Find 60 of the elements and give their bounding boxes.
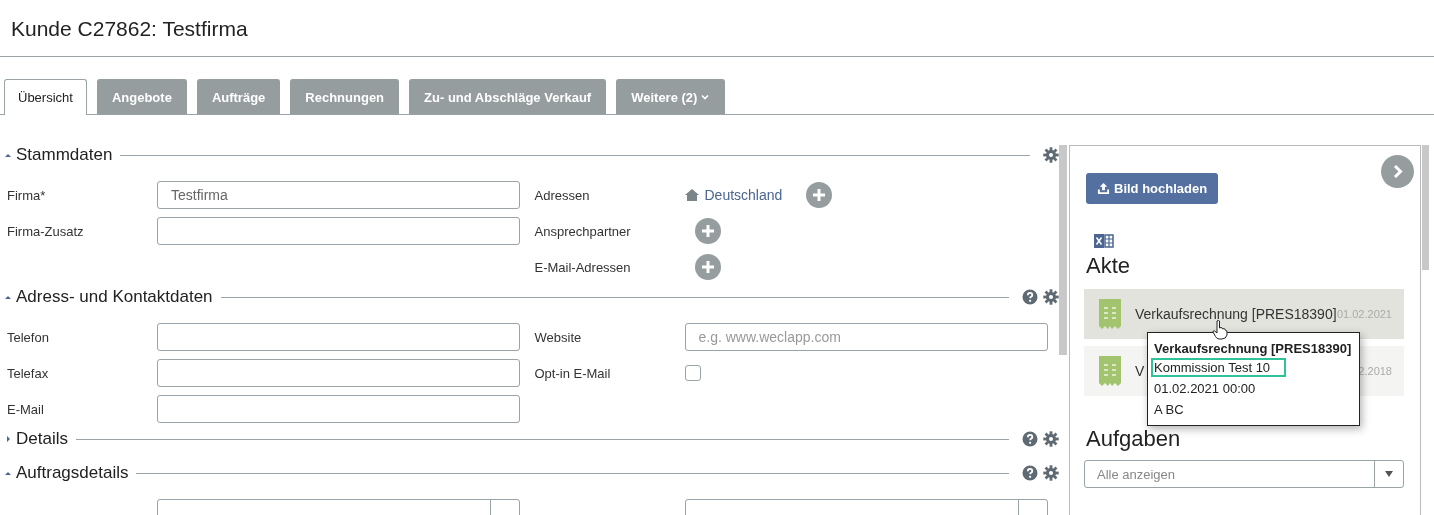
input-field[interactable] xyxy=(157,395,520,423)
help-icon[interactable] xyxy=(1022,289,1038,305)
field-label: Firma-Zusatz xyxy=(7,223,84,239)
receipt-icon xyxy=(1099,299,1121,329)
field-label: E-Mail xyxy=(7,401,44,417)
tooltip-text: A BC xyxy=(1153,401,1185,419)
document-title: V xyxy=(1135,363,1145,379)
field-label: Website xyxy=(534,329,582,345)
tooltip-text: Kommission Test 10 xyxy=(1151,358,1287,377)
field-label: E-Mail-Adressen xyxy=(534,259,631,275)
field-label: Ansprechpartner xyxy=(534,223,631,239)
caret-right-icon[interactable] xyxy=(4,435,12,443)
tooltip-title: Verkaufsrechnung [PRES18390] xyxy=(1154,341,1353,356)
tooltip-text: 01.02.2021 00:00 xyxy=(1153,380,1257,398)
field-label: Telefon xyxy=(7,329,49,345)
section-title[interactable]: Details xyxy=(16,429,76,449)
add-icon[interactable] xyxy=(806,182,833,208)
document-title: Verkaufsrechnung [PRES18390] xyxy=(1135,306,1337,322)
scrollbar[interactable] xyxy=(1059,145,1067,355)
upload-icon xyxy=(1097,182,1110,195)
settings-icon[interactable] xyxy=(1043,147,1059,163)
section-title[interactable]: Stammdaten xyxy=(16,145,121,165)
chevron-right-icon[interactable] xyxy=(1381,155,1414,188)
settings-icon[interactable] xyxy=(1043,431,1059,447)
address-link[interactable]: Deutschland xyxy=(704,187,783,203)
spreadsheet-icon[interactable] xyxy=(1094,233,1114,249)
receipt-icon xyxy=(1099,356,1121,386)
checkbox[interactable] xyxy=(684,365,701,381)
home-icon xyxy=(684,189,699,201)
document-date: 01.02.2021 xyxy=(1336,308,1392,320)
section-title[interactable]: Auftragsdetails xyxy=(16,463,137,483)
settings-icon[interactable] xyxy=(1043,289,1059,305)
input-field[interactable] xyxy=(157,359,520,387)
caret-up-icon[interactable] xyxy=(4,151,12,159)
add-icon[interactable] xyxy=(694,218,721,244)
document-date: 2.2018 xyxy=(1358,365,1392,377)
section-title[interactable]: Adress- und Kontaktdaten xyxy=(16,287,221,307)
add-icon[interactable] xyxy=(694,254,721,280)
settings-icon[interactable] xyxy=(1043,465,1059,481)
field-label: Adressen xyxy=(534,187,590,203)
section-heading: Akte xyxy=(1086,253,1132,279)
caret-up-icon[interactable] xyxy=(4,469,12,477)
input-field[interactable]: Testfirma xyxy=(157,181,520,209)
filter-select[interactable]: Alle anzeigen xyxy=(1084,460,1404,488)
field-label: Opt-in E-Mail xyxy=(534,365,611,381)
page-title: Kunde C27862: Testfirma xyxy=(11,16,248,41)
help-icon[interactable] xyxy=(1022,465,1038,481)
input-field[interactable]: e.g. www.weclapp.com xyxy=(684,323,1048,351)
upload-button[interactable]: Bild hochladen xyxy=(1086,173,1219,204)
caret-up-icon[interactable] xyxy=(4,293,12,301)
scrollbar[interactable] xyxy=(1422,145,1429,270)
input-field[interactable] xyxy=(157,323,520,351)
tab[interactable]: Übersicht xyxy=(4,79,87,115)
input-field[interactable] xyxy=(157,217,520,245)
help-icon[interactable] xyxy=(1022,431,1038,447)
section-heading: Aufgaben xyxy=(1086,426,1182,452)
field-label: Telefax xyxy=(7,365,49,381)
document-item[interactable]: Verkaufsrechnung [PRES18390]01.02.2021 xyxy=(1084,289,1404,339)
field-label: Firma* xyxy=(7,187,46,203)
dropdown-arrow-icon xyxy=(1384,470,1394,478)
